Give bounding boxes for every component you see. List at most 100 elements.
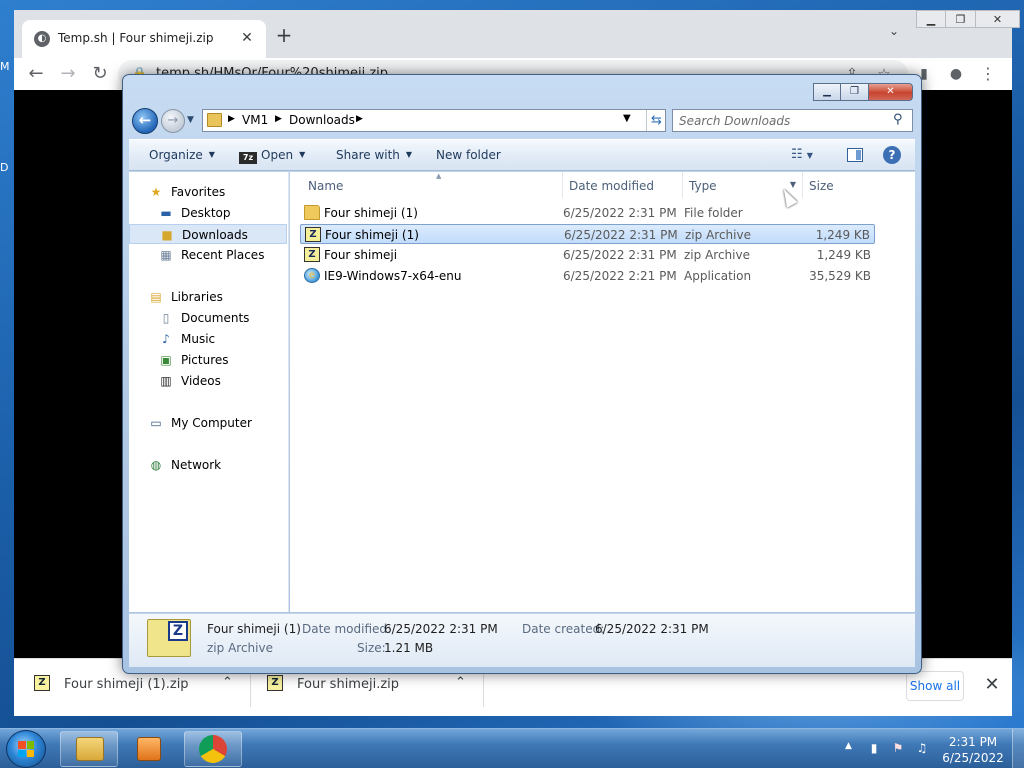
nav-music[interactable]: ♪ Music (129, 329, 287, 349)
search-input[interactable] (679, 113, 879, 129)
chrome-menu-icon[interactable]: ⋮ (976, 62, 1000, 86)
organize-label: Organize (149, 148, 203, 162)
profile-avatar-icon[interactable]: ● (944, 62, 968, 86)
forward-arrow-icon[interactable]: → (56, 62, 80, 86)
explorer-minimize-button[interactable]: ▁ (813, 83, 841, 101)
chevron-up-icon[interactable]: ⌃ (222, 675, 233, 690)
download-name: Four shimeji.zip (297, 677, 400, 692)
download-item[interactable]: Z Four shimeji (1).zip ⌃ (34, 671, 244, 703)
back-button[interactable]: ← (132, 108, 158, 134)
nav-downloads[interactable]: ■ Downloads (129, 224, 287, 244)
volume-icon[interactable]: ♫ (914, 740, 930, 756)
tray-show-hidden-icon[interactable]: ▲ (845, 741, 852, 751)
minimize-button[interactable]: ▁ (916, 10, 946, 28)
close-shelf-icon[interactable]: ✕ (980, 673, 1004, 697)
refresh-icon[interactable]: ⇆ (646, 110, 666, 131)
caret-down-icon: ▼ (299, 150, 306, 159)
search-icon[interactable]: ⚲ (893, 112, 903, 127)
action-center-icon[interactable]: ⚑ (890, 740, 906, 756)
address-dropdown-icon[interactable]: ▼ (623, 113, 631, 124)
file-row[interactable]: Z Four shimeji 6/25/2022 2:31 PM zip Arc… (300, 245, 875, 265)
explorer-close-button[interactable]: ✕ (869, 83, 913, 101)
share-with-label: Share with (336, 148, 400, 162)
show-desktop-button[interactable] (1012, 729, 1024, 768)
column-header-date-modified[interactable]: Date modified (563, 172, 683, 198)
explorer-maximize-button[interactable]: ❐ (841, 83, 869, 101)
organize-button[interactable]: Organize ▼ (149, 148, 215, 162)
show-all-button[interactable]: Show all (906, 671, 964, 701)
share-with-button[interactable]: Share with ▼ (336, 148, 412, 162)
recent-pages-chevron-icon[interactable]: ▼ (187, 115, 194, 125)
column-header-name[interactable]: Name ▲ (302, 172, 563, 198)
nav-label: Documents (181, 311, 250, 325)
file-row[interactable]: e IE9-Windows7-x64-enu 6/25/2022 2:21 PM… (300, 266, 875, 286)
nav-documents[interactable]: ▯ Documents (129, 308, 287, 328)
change-view-icon[interactable]: ☷ ▼ (791, 147, 813, 162)
folder-icon (207, 113, 222, 127)
tab-close-icon[interactable]: ✕ (238, 29, 256, 47)
taskbar: ▲ ▮ ⚑ ♫ 2:31 PM 6/25/2022 (0, 728, 1024, 768)
nav-favorites[interactable]: ★ Favorites (129, 182, 287, 202)
nav-libraries[interactable]: ▤ Libraries (129, 287, 287, 307)
file-row[interactable]: Z Four shimeji (1) 6/25/2022 2:31 PM zip… (300, 224, 875, 244)
tab-search-chevron-icon[interactable]: ⌄ (884, 24, 904, 44)
zip-file-icon: Z (34, 675, 50, 691)
breadcrumb-downloads[interactable]: Downloads (289, 113, 355, 127)
address-bar[interactable]: ▶ VM1 ▶ Downloads ▶ ▼ ⇆ (202, 109, 666, 132)
file-name: Four shimeji (324, 248, 398, 262)
ie-installer-icon: e (304, 268, 320, 283)
nav-recent-places[interactable]: ▦ Recent Places (129, 245, 287, 265)
breadcrumb-arrow-icon[interactable]: ▶ (228, 114, 235, 124)
chrome-window-controls: ▁ ❐ ✕ (916, 10, 1020, 30)
column-header-size[interactable]: Size (803, 172, 881, 198)
details-pane: Z Four shimeji (1) zip Archive Date modi… (129, 613, 915, 667)
clock-date: 6/25/2022 (942, 751, 1004, 765)
media-player-icon (137, 737, 161, 761)
help-icon[interactable]: ? (883, 146, 901, 164)
nav-desktop[interactable]: ▬ Desktop (129, 203, 287, 223)
breadcrumb-arrow-icon[interactable]: ▶ (356, 114, 363, 124)
browser-tab[interactable]: ◐ Temp.sh | Four shimeji.zip ✕ (22, 20, 266, 58)
chevron-up-icon[interactable]: ⌃ (455, 675, 466, 690)
file-date: 6/25/2022 2:31 PM (563, 248, 677, 262)
details-file-type: zip Archive (207, 641, 273, 655)
column-filter-icon[interactable]: ▼ (790, 180, 796, 189)
maximize-button[interactable]: ❐ (946, 10, 976, 28)
documents-icon: ▯ (162, 311, 170, 325)
nav-my-computer[interactable]: ▭ My Computer (129, 413, 287, 433)
system-clock[interactable]: 2:31 PM 6/25/2022 (940, 734, 1006, 766)
nav-label: Downloads (182, 228, 248, 242)
column-label: Name (308, 179, 344, 193)
reload-icon[interactable]: ↻ (88, 62, 112, 86)
details-date-modified: 6/25/2022 2:31 PM (384, 622, 498, 636)
nav-pictures[interactable]: ▣ Pictures (129, 350, 287, 370)
network-tray-icon[interactable]: ▮ (866, 740, 882, 756)
forward-button[interactable]: → (161, 109, 185, 133)
new-tab-button[interactable]: + (272, 24, 296, 48)
file-date: 6/25/2022 2:21 PM (563, 269, 677, 283)
nav-videos[interactable]: ▥ Videos (129, 371, 287, 391)
taskbar-explorer-button[interactable] (60, 731, 118, 767)
clock-time: 2:31 PM (948, 735, 998, 749)
open-button[interactable]: 7z Open ▼ (239, 148, 305, 164)
recent-places-icon: ▦ (160, 248, 172, 262)
back-arrow-icon[interactable]: ← (24, 62, 48, 86)
taskbar-chrome-button[interactable] (184, 731, 242, 767)
download-name: Four shimeji (1).zip (64, 677, 189, 692)
start-button[interactable] (6, 730, 46, 768)
taskbar-media-player-button[interactable] (122, 731, 180, 767)
download-item[interactable]: Z Four shimeji.zip ⌃ (267, 671, 477, 703)
search-box[interactable]: ⚲ (672, 109, 913, 132)
preview-pane-icon[interactable] (847, 148, 863, 162)
breadcrumb-vm1[interactable]: VM1 (242, 113, 268, 127)
nav-label: Favorites (171, 185, 226, 199)
nav-label: Desktop (181, 206, 231, 220)
nav-label: Recent Places (181, 248, 265, 262)
edge-letter-m: M (0, 60, 10, 73)
caret-down-icon: ▼ (208, 150, 215, 159)
close-window-button[interactable]: ✕ (976, 10, 1020, 28)
nav-label: Network (171, 458, 222, 472)
breadcrumb-arrow-icon[interactable]: ▶ (275, 114, 282, 124)
nav-network[interactable]: ◍ Network (129, 455, 287, 475)
new-folder-button[interactable]: New folder (436, 148, 501, 162)
